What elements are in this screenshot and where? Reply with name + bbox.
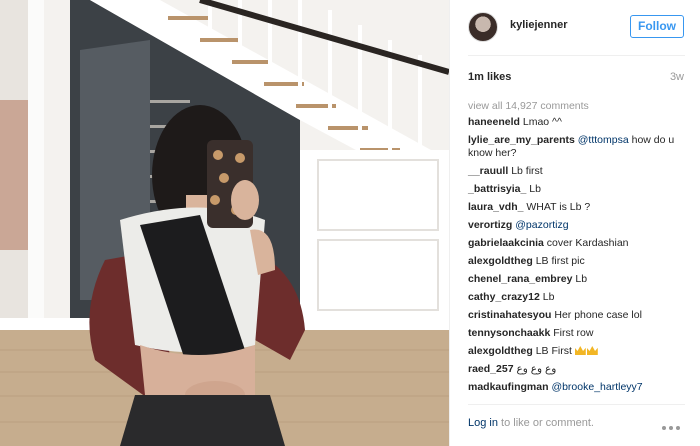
login-link[interactable]: Log in (468, 417, 498, 429)
post-timestamp[interactable]: 3w (670, 71, 684, 83)
comment-username[interactable]: haneeneld (468, 116, 520, 128)
likes-count[interactable]: 1m likes (468, 71, 511, 83)
comment-text: First row (553, 327, 594, 339)
comment-item: laura_vdh_ WHAT is Lb ? (468, 201, 688, 214)
comment-mention[interactable]: @pazortizg (515, 219, 568, 231)
comment-text: LB first pic (535, 255, 585, 267)
comment-username[interactable]: chenel_rana_embrey (468, 273, 572, 285)
crown-emoji-icon (574, 346, 586, 355)
comment-item: cristinahatesyou Her phone case lol (468, 309, 688, 322)
login-prompt-text: to like or comment. (497, 417, 594, 429)
post-header: kyliejenner Follow (450, 0, 700, 55)
comment-text: LB First (535, 345, 572, 357)
comment-mention[interactable]: @tttompsa (578, 134, 629, 146)
comment-item: cathy_crazy12 Lb (468, 291, 688, 304)
comment-username[interactable]: madkaufingman (468, 381, 549, 393)
comment-item: lylie_are_my_parents @tttompsa how do u … (468, 134, 688, 160)
login-prompt: Log in to like or comment. (468, 417, 594, 429)
comment-item: tennysonchaakk First row (468, 327, 688, 340)
comment-username[interactable]: lylie_are_my_parents (468, 134, 575, 146)
comment-text: Her phone case lol (554, 309, 642, 321)
comment-text: Lmao ^^ (522, 116, 562, 128)
photo-illustration (0, 0, 449, 446)
comment-item: verortizg @pazortizg (468, 219, 688, 232)
view-all-comments-link[interactable]: view all 14,927 comments (468, 100, 589, 112)
comment-username[interactable]: __rauull (468, 165, 508, 177)
comment-username[interactable]: cristinahatesyou (468, 309, 551, 321)
dot (676, 426, 680, 430)
comment-username[interactable]: tennysonchaakk (468, 327, 550, 339)
comment-item: madkaufingman @brooke_hartleyy7 (468, 381, 688, 394)
comment-text: وع وع وع (516, 363, 557, 375)
comment-mention[interactable]: @brooke_hartleyy7 (551, 381, 642, 393)
comment-text: Lb (529, 183, 541, 195)
comment-item: __rauull Lb first (468, 165, 688, 178)
comment-username[interactable]: _battrisyia_ (468, 183, 526, 195)
comments-list: haneeneld Lmao ^^ lylie_are_my_parents @… (468, 116, 688, 399)
comment-text: Lb (575, 273, 588, 285)
comment-username[interactable]: gabrielaakcinia (468, 237, 544, 249)
dot (662, 426, 666, 430)
comment-item: raed_257 وع وع وع (468, 363, 688, 376)
comment-text: WHAT is Lb ? (526, 201, 591, 213)
comment-text: cover Kardashian (546, 237, 629, 249)
comment-username[interactable]: laura_vdh_ (468, 201, 523, 213)
comment-item: alexgoldtheg LB First (468, 345, 688, 358)
comment-username[interactable]: alexgoldtheg (468, 255, 533, 267)
comment-text: Lb (542, 291, 555, 303)
post-sidebar: kyliejenner Follow 1m likes 3w view all … (449, 0, 700, 446)
comment-item: _battrisyia_ Lb (468, 183, 688, 196)
post-photo[interactable] (0, 0, 449, 446)
post-username[interactable]: kyliejenner (510, 19, 567, 31)
comment-text: Lb first (511, 165, 543, 177)
footer-divider (468, 404, 685, 405)
comment-item: chenel_rana_embrey Lb (468, 273, 688, 286)
comment-username[interactable]: verortizg (468, 219, 512, 231)
comment-username[interactable]: raed_257 (468, 363, 514, 375)
comment-item: alexgoldtheg LB first pic (468, 255, 688, 268)
avatar[interactable] (468, 12, 498, 42)
header-divider (468, 55, 685, 56)
follow-button[interactable]: Follow (630, 15, 684, 38)
comment-item: gabrielaakcinia cover Kardashian (468, 237, 688, 250)
ellipsis-icon[interactable] (662, 417, 684, 430)
comment-username[interactable]: alexgoldtheg (468, 345, 533, 357)
comment-item: haneeneld Lmao ^^ (468, 116, 688, 129)
comment-username[interactable]: cathy_crazy12 (468, 291, 540, 303)
dot (669, 426, 673, 430)
crown-emoji-icon (586, 346, 598, 355)
